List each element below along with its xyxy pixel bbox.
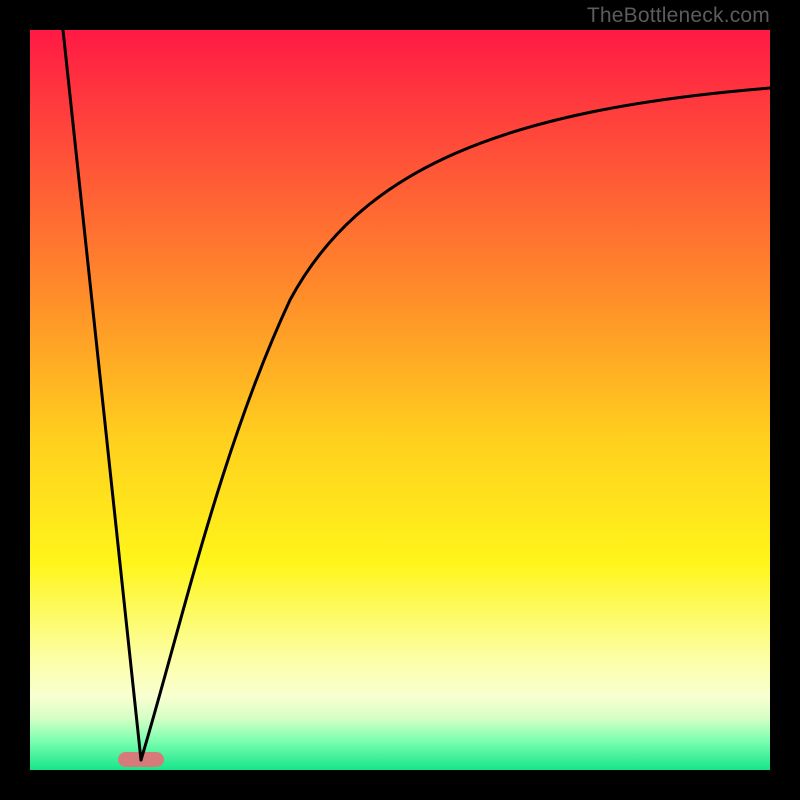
gradient-background xyxy=(30,30,770,770)
chart-frame: TheBottleneck.com xyxy=(0,0,800,800)
watermark-text: TheBottleneck.com xyxy=(587,4,770,28)
chart-plot-area xyxy=(30,30,770,770)
